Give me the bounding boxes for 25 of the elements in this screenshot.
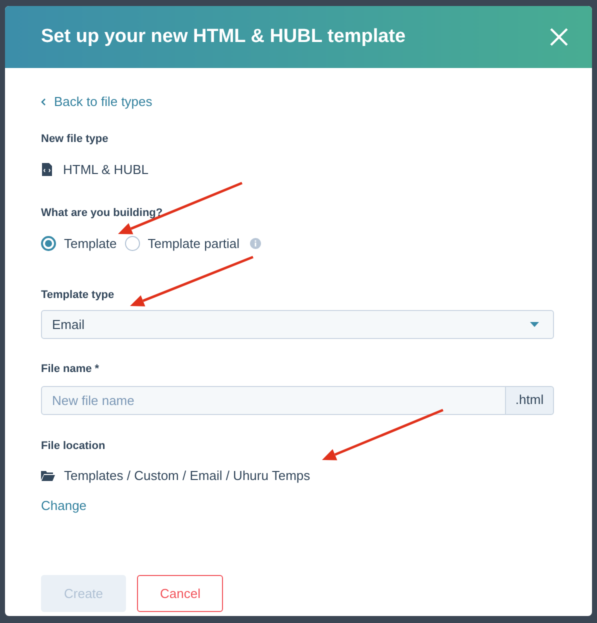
back-link[interactable]: Back to file types	[41, 92, 152, 112]
close-icon	[550, 28, 568, 46]
chevron-left-icon	[41, 98, 46, 106]
file-extension: .html	[506, 386, 554, 414]
close-button[interactable]	[548, 26, 570, 48]
file-type-value: HTML & HUBL	[63, 161, 148, 179]
template-type-select[interactable]: Email	[41, 310, 554, 339]
info-icon[interactable]	[250, 238, 261, 250]
radio-button[interactable]	[41, 236, 56, 252]
cancel-button[interactable]: Cancel	[137, 575, 223, 612]
field-label: Template type	[41, 288, 114, 302]
field-label: File location	[41, 438, 106, 454]
field-label: New file type	[41, 132, 108, 146]
dropdown-caret-icon	[530, 322, 539, 327]
change-link[interactable]: Change	[41, 496, 87, 515]
field-label: File name *	[41, 362, 100, 377]
radio-option[interactable]: Template partial	[124, 234, 240, 254]
radio-button[interactable]	[124, 236, 140, 252]
field-label: What are you building?	[41, 206, 163, 220]
radio-option[interactable]: Template	[41, 234, 117, 254]
folder-icon	[41, 470, 55, 482]
file-code-icon	[41, 163, 53, 176]
dialog-title: Set up your new HTML & HUBL template	[41, 24, 406, 49]
file-name-field[interactable]: New file name	[41, 386, 506, 414]
file-location-path: Templates / Custom / Email / Uhuru Temps	[64, 467, 310, 485]
